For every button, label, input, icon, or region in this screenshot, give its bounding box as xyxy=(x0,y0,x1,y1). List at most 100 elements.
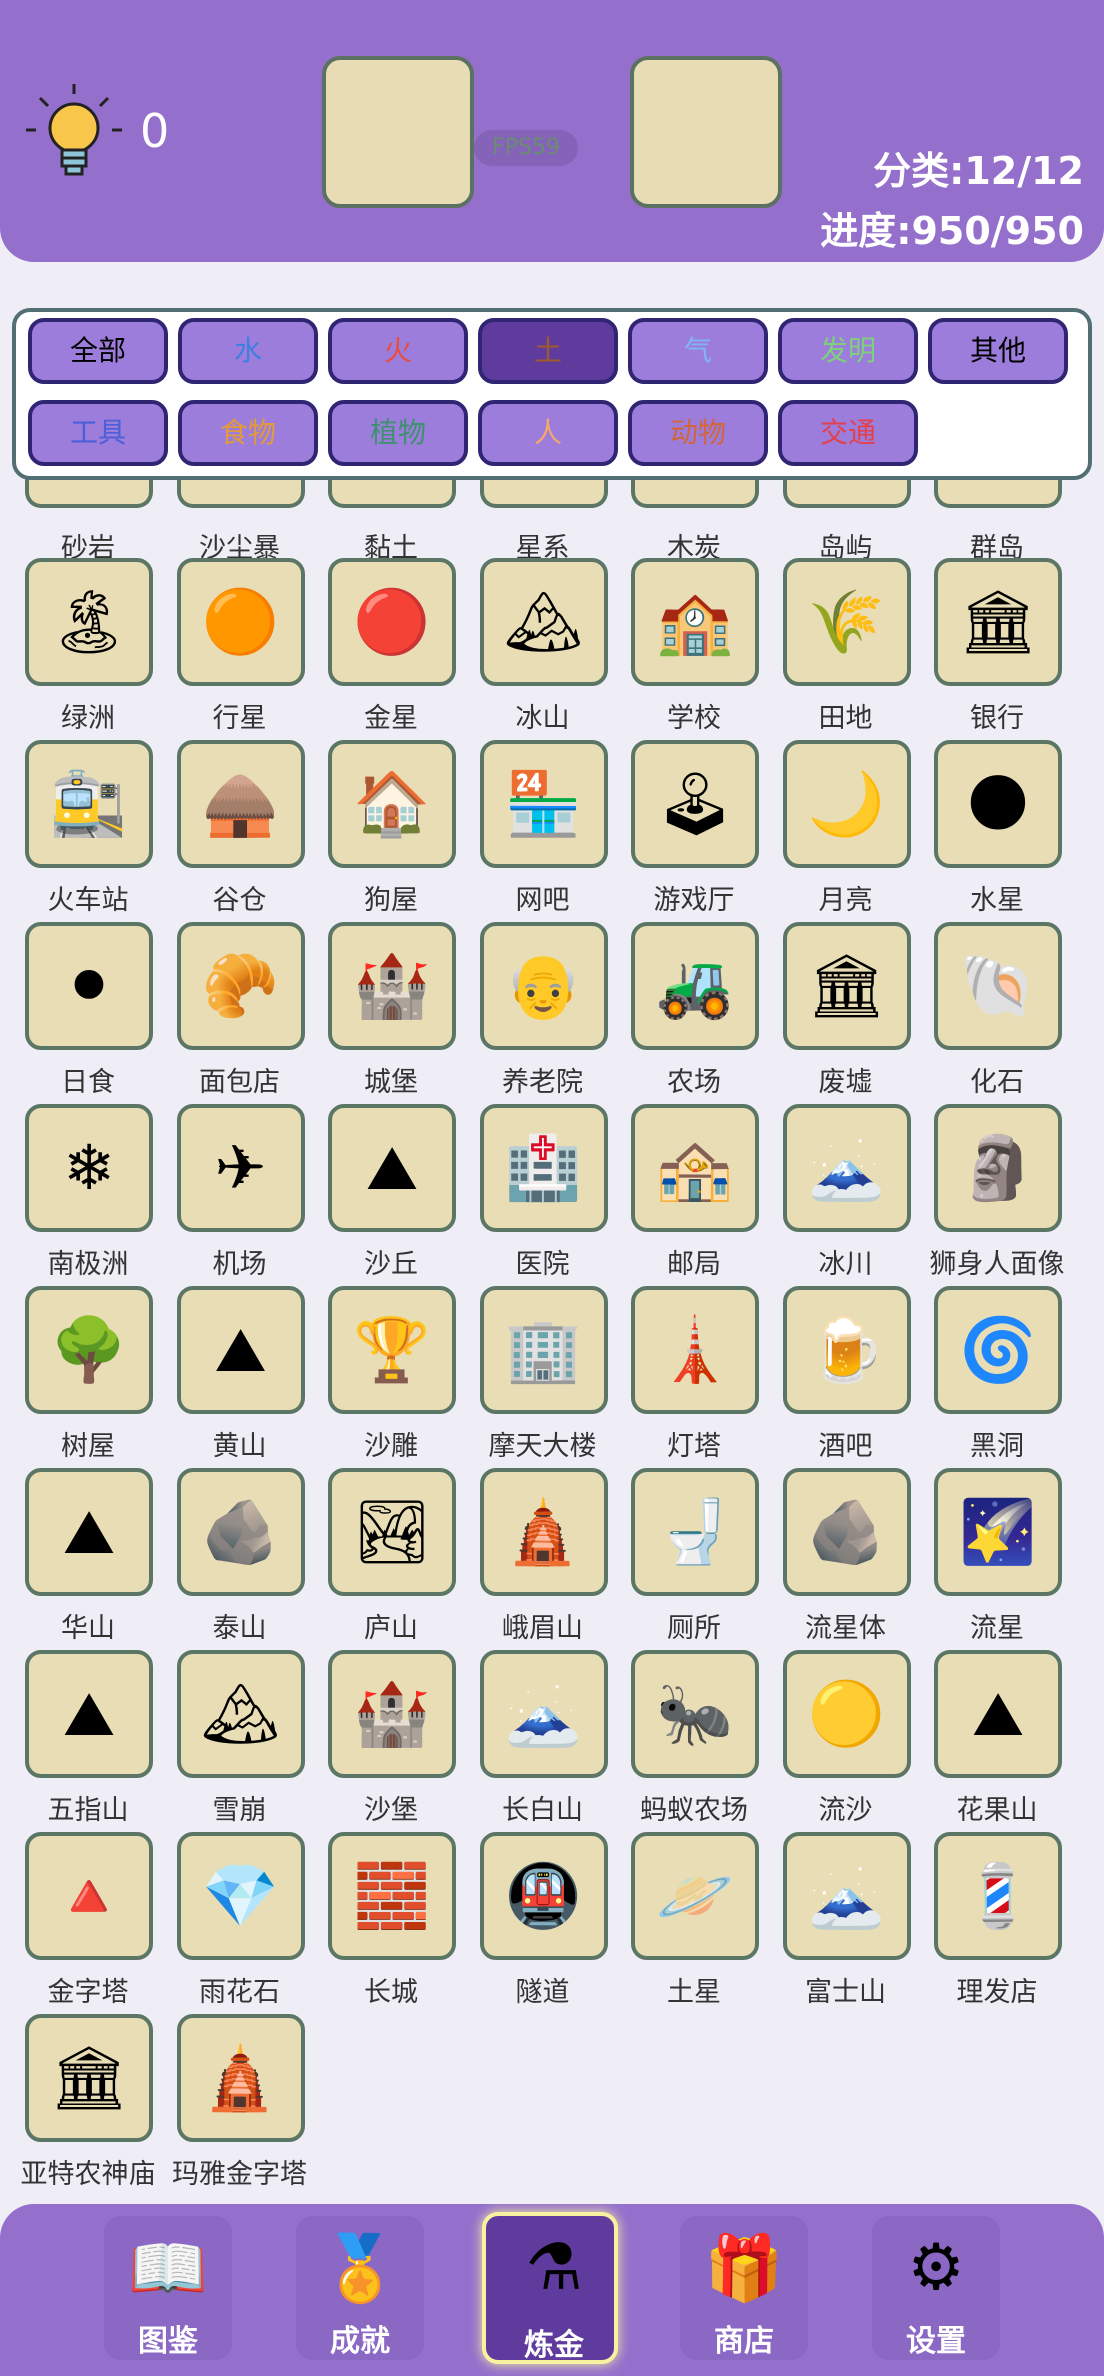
ruins-icon[interactable]: 🏛 xyxy=(782,922,911,1050)
field-icon-glyph: 🌾 xyxy=(807,585,886,658)
oasis-icon-glyph: 🏝 xyxy=(49,585,129,658)
meteor-icon[interactable]: 🌠 xyxy=(934,1468,1062,1596)
mercury-icon-glyph: 🌑 xyxy=(965,767,1031,840)
bar-icon-glyph: 🍺 xyxy=(807,1313,886,1386)
skyscraper-icon[interactable]: 🏢 xyxy=(479,1286,608,1414)
venus-icon-glyph: 🔴 xyxy=(353,585,431,658)
dune-icon[interactable]: ⛰ xyxy=(328,1104,456,1232)
nav-tab[interactable]: 📖 图鉴 xyxy=(104,2216,232,2360)
great-wall-icon-glyph: 🧱 xyxy=(353,1859,431,1932)
meteoroid-icon-glyph: 🪨 xyxy=(807,1495,886,1568)
category-chip[interactable]: 气 xyxy=(628,318,768,384)
post-office-icon[interactable]: 🏤 xyxy=(631,1104,759,1232)
black-hole-icon[interactable]: 🌀 xyxy=(934,1286,1062,1414)
glacier-icon[interactable]: 🗻 xyxy=(782,1104,911,1232)
treehouse-icon[interactable]: 🌳 xyxy=(25,1286,153,1414)
mercury-icon[interactable]: 🌑 xyxy=(934,740,1062,868)
huangshan-icon[interactable]: ⛰ xyxy=(176,1286,305,1414)
lighthouse-icon-glyph: 🗼 xyxy=(656,1313,734,1386)
huashan-icon[interactable]: ⛰ xyxy=(25,1468,153,1596)
pyramid-icon[interactable]: 🔺 xyxy=(25,1832,153,1960)
huaguoshan-icon[interactable]: ⛰ xyxy=(934,1650,1062,1778)
category-chip[interactable]: 植物 xyxy=(328,400,468,466)
internet-cafe-icon[interactable]: 🏪 xyxy=(479,740,608,868)
planet-icon[interactable]: 🟠 xyxy=(176,558,305,686)
bottom-nav-bar: 📖 图鉴 🏅 成就 ⚗ 炼金 🎁 商店 ⚙ 设置 xyxy=(0,2204,1104,2376)
nav-tab[interactable]: ⚗ 炼金 xyxy=(482,2212,618,2364)
iceberg-icon[interactable]: 🏔 xyxy=(479,558,608,686)
category-chip[interactable]: 其他 xyxy=(928,318,1068,384)
doghouse-icon[interactable]: 🏠 xyxy=(328,740,456,868)
nav-tab[interactable]: ⚙ 设置 xyxy=(872,2216,1000,2360)
category-chip[interactable]: 全部 xyxy=(28,318,168,384)
nav-tab[interactable]: 🎁 商店 xyxy=(680,2216,808,2360)
toilet-icon-glyph: 🚽 xyxy=(656,1495,734,1568)
school-icon[interactable]: 🏫 xyxy=(631,558,759,686)
sand-sculpture-icon[interactable]: 🏆 xyxy=(328,1286,456,1414)
lushan-icon[interactable]: 🏞 xyxy=(328,1468,456,1596)
barbershop-icon[interactable]: 💈 xyxy=(934,1832,1062,1960)
hospital-icon[interactable]: 🏥 xyxy=(479,1104,608,1232)
taishan-icon[interactable]: 🪨 xyxy=(176,1468,305,1596)
castle-icon[interactable]: 🏰 xyxy=(328,922,456,1050)
avalanche-icon[interactable]: 🏔 xyxy=(176,1650,305,1778)
meteoroid-icon[interactable]: 🪨 xyxy=(782,1468,911,1596)
lightbulb-hint-icon[interactable] xyxy=(22,80,126,184)
field-icon[interactable]: 🌾 xyxy=(782,558,911,686)
mayan-pyramid-icon-glyph: 🛕 xyxy=(201,2041,280,2114)
category-chip[interactable]: 交通 xyxy=(778,400,918,466)
eclipse-icon[interactable]: ⚫ xyxy=(25,922,153,1050)
category-chip[interactable]: 土 xyxy=(478,318,618,384)
rain-flower-stone-icon[interactable]: 💎 xyxy=(176,1832,305,1960)
parthenon-icon-glyph: 🏛 xyxy=(49,2041,129,2114)
quicksand-icon[interactable]: 🟡 xyxy=(782,1650,911,1778)
farm-icon[interactable]: 🚜 xyxy=(631,922,759,1050)
saturn-icon[interactable]: 🪐 xyxy=(631,1832,759,1960)
category-chip[interactable]: 工具 xyxy=(28,400,168,466)
nav-tab-label: 设置 xyxy=(906,2324,966,2359)
category-chip[interactable]: 人 xyxy=(478,400,618,466)
wuzhishan-icon[interactable]: ⛰ xyxy=(25,1650,153,1778)
combine-slot-left[interactable] xyxy=(322,56,474,208)
arcade-icon[interactable]: 🕹 xyxy=(631,740,759,868)
ant-farm-icon[interactable]: 🐜 xyxy=(631,1650,759,1778)
school-icon-glyph: 🏫 xyxy=(656,585,734,658)
doghouse-icon-glyph: 🏠 xyxy=(353,767,431,840)
category-chip[interactable]: 动物 xyxy=(628,400,768,466)
mayan-pyramid-icon[interactable]: 🛕 xyxy=(176,2014,305,2142)
element-label: 银行 xyxy=(970,703,1024,734)
antarctica-icon[interactable]: ❄ xyxy=(25,1104,153,1232)
barn-icon[interactable]: 🛖 xyxy=(176,740,305,868)
sandcastle-icon[interactable]: 🏰 xyxy=(328,1650,456,1778)
bank-icon[interactable]: 🏛 xyxy=(934,558,1062,686)
huashan-icon-glyph: ⛰ xyxy=(62,1495,116,1568)
nav-tab[interactable]: 🏅 成就 xyxy=(296,2216,424,2360)
great-wall-icon[interactable]: 🧱 xyxy=(328,1832,456,1960)
bar-icon[interactable]: 🍺 xyxy=(782,1286,911,1414)
category-chip[interactable]: 水 xyxy=(178,318,318,384)
combine-slot-right[interactable] xyxy=(630,56,782,208)
element-label: 玛雅金字塔 xyxy=(172,2159,307,2190)
category-chip[interactable]: 发明 xyxy=(778,318,918,384)
tunnel-icon[interactable]: 🚇 xyxy=(479,1832,608,1960)
toilet-icon[interactable]: 🚽 xyxy=(631,1468,759,1596)
category-chip[interactable]: 火 xyxy=(328,318,468,384)
train-station-icon[interactable]: 🚉 xyxy=(25,740,153,868)
overall-progress: 进度:950/950 xyxy=(820,209,1084,253)
changbaishan-icon[interactable]: 🗻 xyxy=(479,1650,608,1778)
hospital-icon-glyph: 🏥 xyxy=(504,1131,583,1204)
mount-fuji-icon[interactable]: 🗻 xyxy=(782,1832,911,1960)
airport-icon[interactable]: ✈ xyxy=(176,1104,305,1232)
venus-icon[interactable]: 🔴 xyxy=(328,558,456,686)
moon-icon[interactable]: 🌙 xyxy=(782,740,911,868)
sphinx-icon[interactable]: 🗿 xyxy=(934,1104,1062,1232)
category-chip[interactable]: 食物 xyxy=(178,400,318,466)
emeishan-icon[interactable]: 🛕 xyxy=(479,1468,608,1596)
lighthouse-icon[interactable]: 🗼 xyxy=(631,1286,759,1414)
element-label: 流星 xyxy=(970,1613,1024,1644)
fossil-icon[interactable]: 🐚 xyxy=(934,922,1062,1050)
oasis-icon[interactable]: 🏝 xyxy=(25,558,153,686)
bakery-icon[interactable]: 🥐 xyxy=(176,922,305,1050)
parthenon-icon[interactable]: 🏛 xyxy=(25,2014,153,2142)
nursing-home-icon[interactable]: 👴 xyxy=(479,922,608,1050)
